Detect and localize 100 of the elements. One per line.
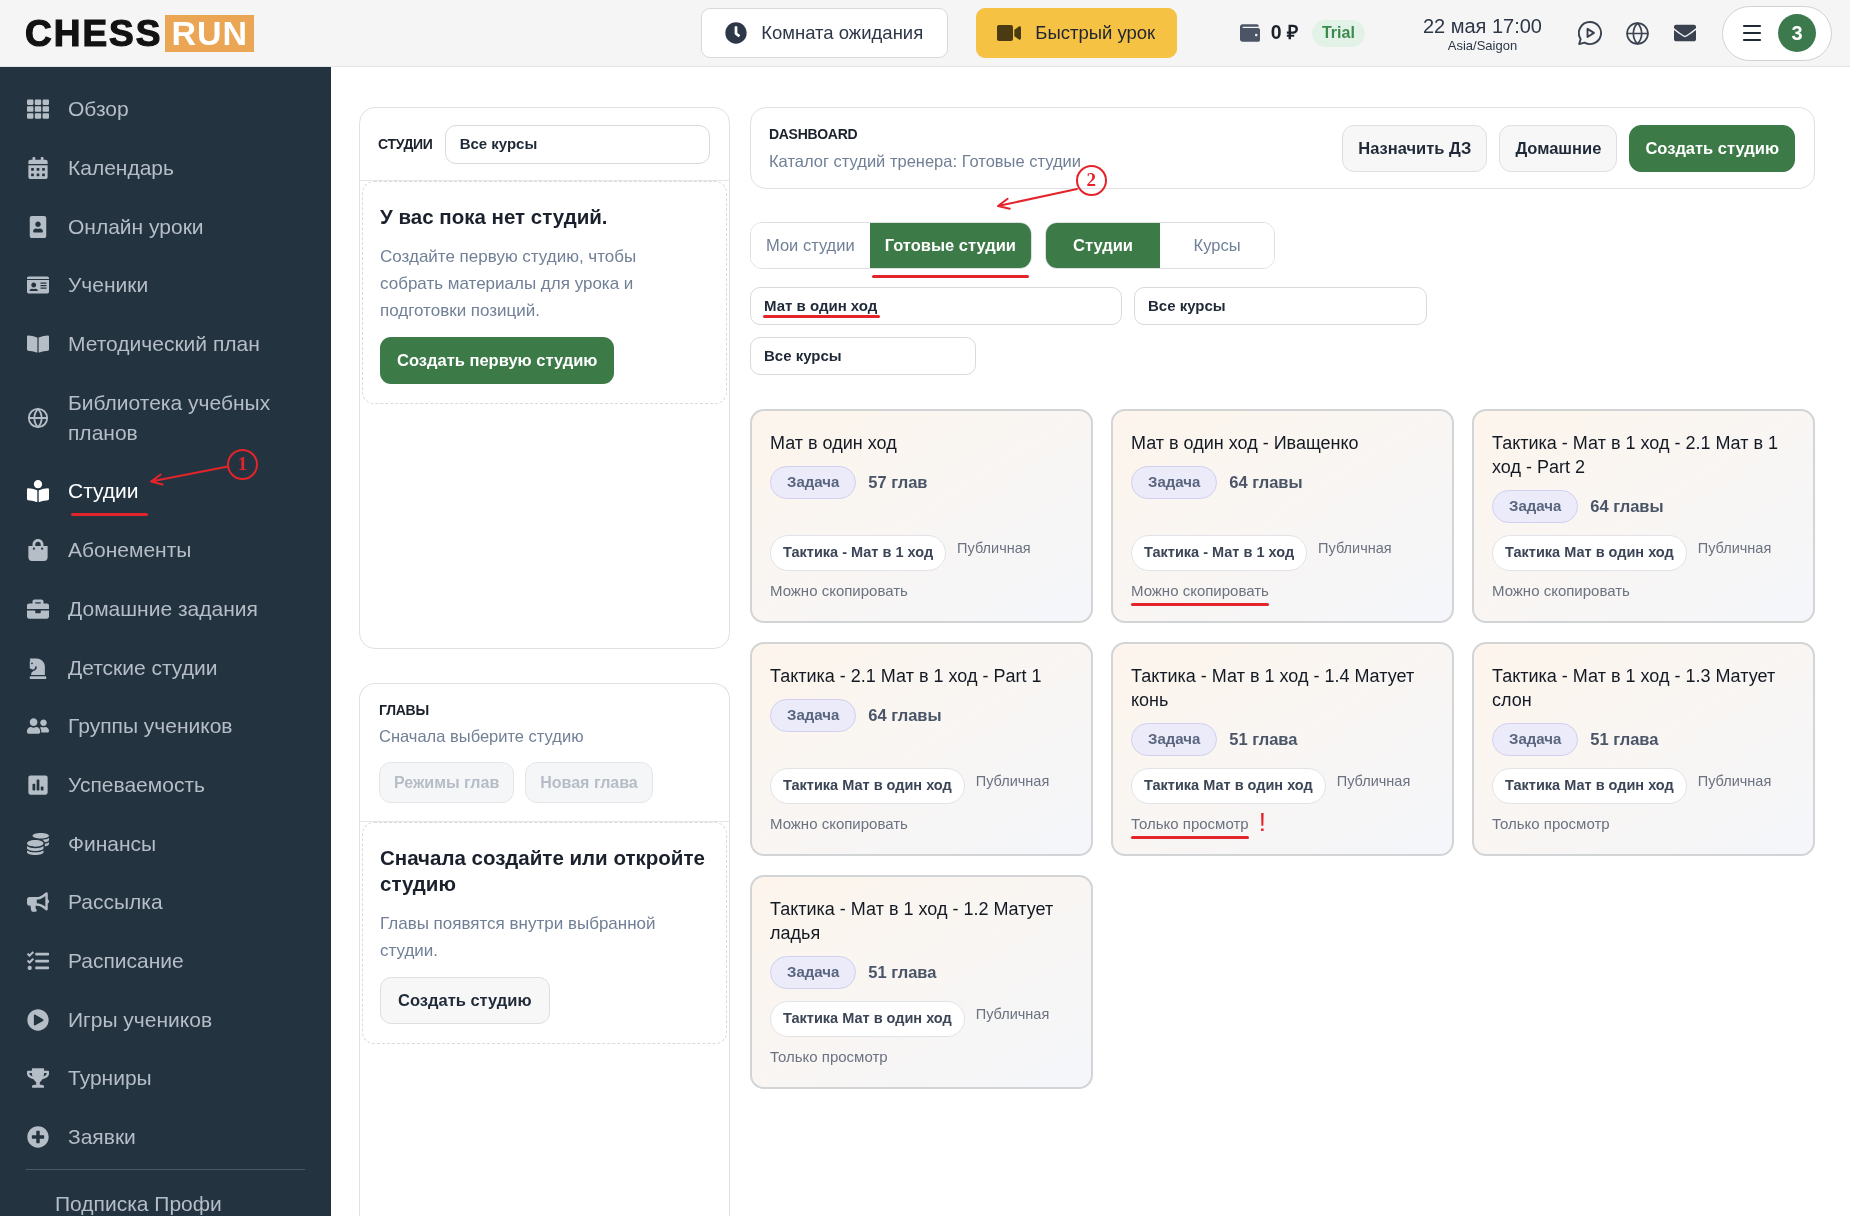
studio-card[interactable]: Тактика - Мат в 1 ход - 1.4 Матует конь Задача 51 глава Тактика Мат в один ход Публичная Только просмотр ! [1111,642,1454,856]
studio-card[interactable]: Тактика - Мат в 1 ход - 1.3 Матует слон Задача 51 глава Тактика Мат в один ход Публичная Только просмотр [1472,642,1815,856]
sidebar-item[interactable]: Успеваемость [27,769,205,800]
header-button[interactable]: Создать студию [1629,124,1795,172]
bar-chart-icon [27,773,49,796]
sidebar-item[interactable]: Библиотека учебных планов [27,387,307,448]
visibility-label: Публичная [975,772,1050,791]
chat-play-icon[interactable] [1578,20,1603,46]
chess-knight-icon [27,656,49,679]
plan-badge: Trial [1311,19,1365,47]
course-tag: Тактика Мат в один ход [1492,535,1687,571]
callout-number: 1 [227,449,258,481]
sidebar-item[interactable]: Абонементы [27,535,192,566]
balance-amount: 0 ₽ [1270,20,1298,46]
studio-card[interactable]: Тактика - Мат в 1 ход - 2.1 Мат в 1 ход - Part 2 Задача 64 главы Тактика Мат в один ход Публичная Можно скопировать [1472,409,1815,623]
clock-icon [725,22,748,44]
sidebar-item[interactable]: Обзор [27,94,129,125]
create-first-studio-button[interactable]: Создать первую студию [380,337,615,384]
studio-card[interactable]: Тактика - Мат в 1 ход - 1.2 Матует ладья Задача 51 глава Тактика Мат в один ход Публичная Только просмотр [750,875,1093,1089]
type-badge: Задача [1131,723,1218,756]
access-label: Только просмотр [1131,814,1249,834]
empty-state-text: Главы появятся внутри выбранной студии. [380,913,657,962]
globe-icon[interactable] [1625,20,1650,46]
mail-icon[interactable] [1672,22,1698,44]
portrait-icon [27,215,49,238]
sidebar-item[interactable]: Рассылка [27,887,163,918]
sidebar-item[interactable]: Игры учеников [27,1004,213,1035]
user-menu-button[interactable]: 3 [1722,5,1832,61]
globe-icon [27,406,49,429]
sidebar-item[interactable]: Ученики [27,270,149,301]
type-badge: Задача [1492,490,1579,523]
card-title: Мат в один ход - Иващенко [1131,432,1360,455]
video-camera-icon [997,22,1022,44]
studio-card[interactable]: Мат в один ход Задача 57 глав Тактика - Мат в 1 ход Публичная Можно скопировать [750,409,1093,623]
view-tab[interactable]: Студии [1046,223,1160,268]
header-button[interactable]: Назначить ДЗ [1342,124,1488,172]
sidebar-item[interactable]: Методический план [27,329,260,360]
sidebar-item[interactable]: Домашние задания [27,593,258,624]
checklist-icon [27,949,49,972]
grid-icon [27,98,49,121]
visibility-label: Публичная [957,539,1031,558]
course-tag: Тактика Мат в один ход [770,1001,965,1037]
create-studio-button[interactable]: Создать студию [380,977,550,1024]
sidebar-item[interactable]: Календарь [27,153,174,184]
briefcase-icon [27,597,49,620]
id-card-icon [27,274,49,297]
top-bar-button[interactable]: Быстрый урок [975,8,1177,58]
studio-card[interactable]: Мат в один ход - Иващенко Задача 64 главы Тактика - Мат в 1 ход Публичная Можно скопировать [1111,409,1454,623]
course-tag: Тактика Мат в один ход [770,768,965,804]
card-title: Тактика - Мат в 1 ход - 1.2 Матует ладья [770,898,1055,945]
filter-field[interactable]: Все курсы [750,337,976,375]
chapter-count: 51 глава [868,962,937,984]
sidebar-item[interactable]: Заявки [27,1122,136,1153]
card-title: Тактика - Мат в 1 ход - 1.3 Матует слон [1492,665,1777,712]
course-tag: Тактика - Мат в 1 ход [770,535,947,571]
header-button[interactable]: Домашние [1499,124,1618,172]
logo[interactable]: CHESS RUN [25,14,255,52]
sidebar-item[interactable]: Студии [27,476,139,507]
sidebar-item[interactable]: Турниры [27,1063,152,1094]
sidebar-item[interactable]: Финансы [27,828,157,859]
card-title: Тактика - 2.1 Мат в 1 ход - Part 1 [770,665,1043,688]
card-title: Мат в один ход [770,432,898,455]
chapter-count: 51 глава [1590,729,1659,751]
type-badge: Задача [770,699,857,732]
course-filter-field[interactable]: Все курсы [444,124,710,164]
top-bar-button[interactable]: Комната ожидания [700,8,948,58]
annotation-mark: ! [1258,807,1266,837]
sidebar-item[interactable]: Подписка Профи [55,1194,222,1215]
sidebar-item[interactable]: Онлайн уроки [27,211,204,242]
filter-field[interactable]: Все курсы [1134,287,1427,325]
calendar-icon [27,157,49,180]
wallet-icon [1238,23,1261,43]
access-label: Можно скопировать [1492,581,1630,601]
catalog-tab[interactable]: Готовые студии [869,223,1031,268]
access-label: Можно скопировать [1131,581,1269,601]
chapter-count: 64 главы [1229,472,1303,494]
studio-card[interactable]: Тактика - 2.1 Мат в 1 ход - Part 1 Задача 64 главы Тактика Мат в один ход Публичная Можно скопировать [750,642,1093,856]
chapter-count: 51 глава [1229,729,1298,751]
course-tag: Тактика Мат в один ход [1131,768,1326,804]
empty-state-title: Сначала создайте или откройте студию [380,845,706,897]
visibility-label: Публичная [1318,539,1392,558]
panel-title: ГЛАВЫ [379,701,429,720]
visibility-label: Публичная [1697,772,1772,791]
type-badge: Задача [1492,723,1579,756]
visibility-label: Публичная [975,1005,1050,1024]
date-time: 22 мая 17:00 [1422,13,1542,38]
empty-state-text: Создайте первую студию, чтобы собрать материалы для урока и подготовки позиций. [380,246,638,322]
sidebar-item[interactable]: Группы учеников [27,711,233,742]
shopping-bag-icon [27,539,49,562]
filter-field[interactable]: Мат в один ход [750,287,1122,325]
header-eyebrow: DASHBOARD [769,125,858,144]
access-label: Можно скопировать [770,814,908,834]
chapter-count: 64 главы [1590,496,1664,518]
panel-title: СТУДИИ [378,135,433,154]
megaphone-icon [27,891,49,914]
sidebar-item[interactable]: Детские студии [27,652,218,683]
empty-state-title: У вас пока нет студий. [380,204,609,230]
sidebar-item[interactable]: Расписание [27,945,184,976]
timezone-label: Asia/Saigon [1447,37,1518,53]
chapter-count: 64 главы [868,705,942,727]
